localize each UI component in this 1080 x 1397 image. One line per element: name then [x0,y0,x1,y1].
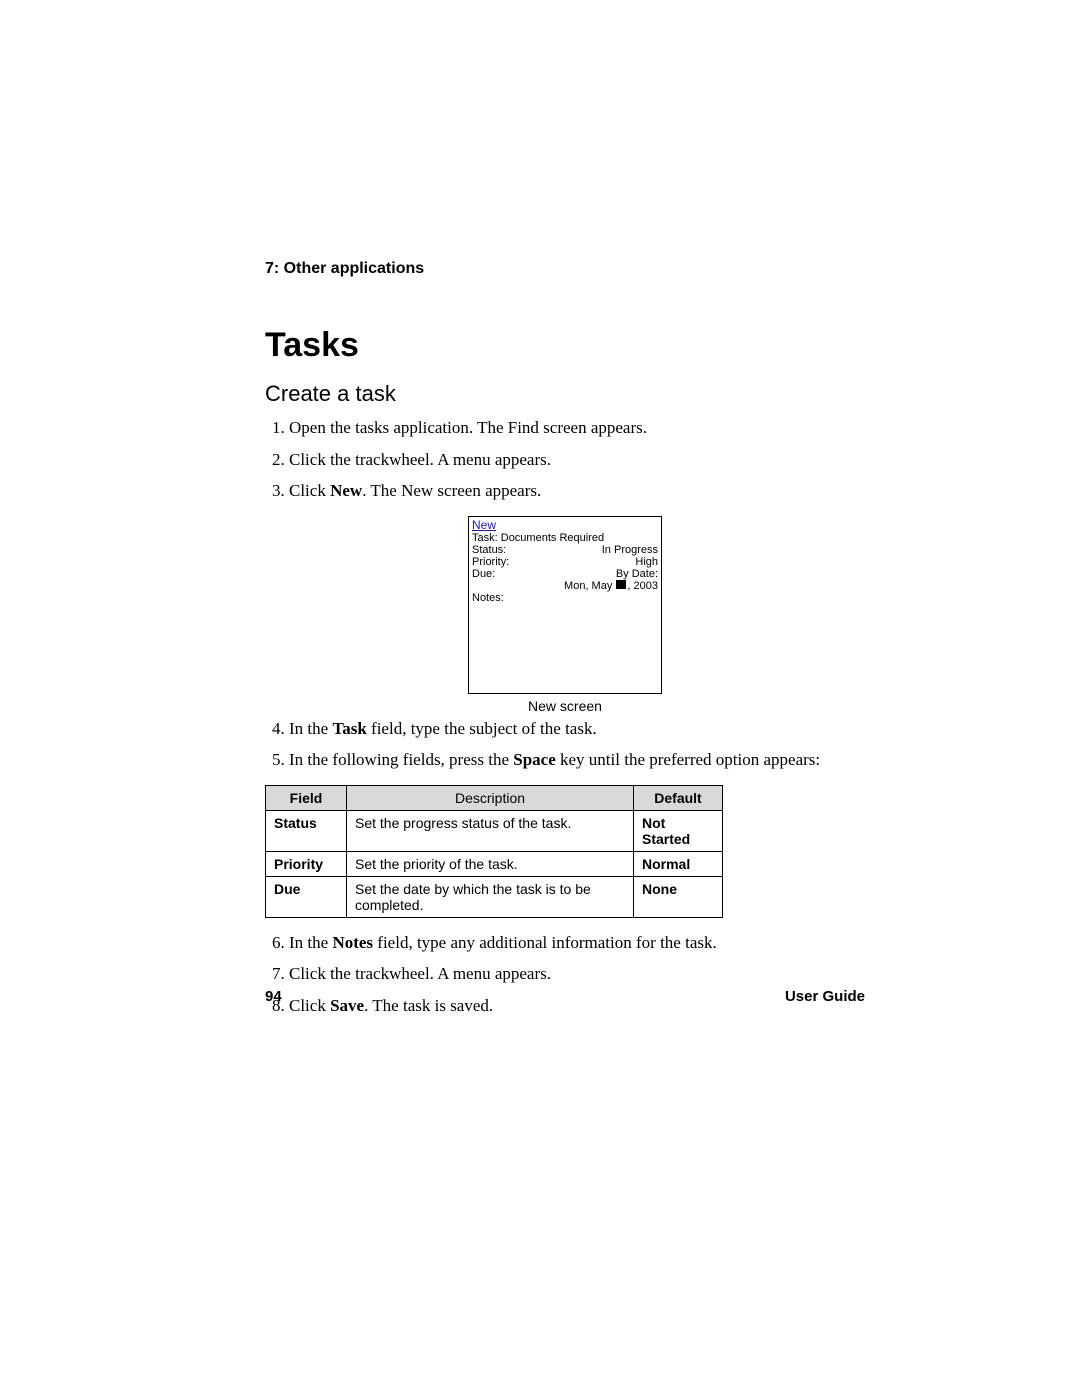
table-header-row: Field Description Default [266,785,723,810]
step-text: In the [289,719,332,738]
table-row: Due Set the date by which the task is to… [266,876,723,917]
screenshot-notes-row: Notes: [472,592,658,604]
table-cell-default: None [634,876,723,917]
step-text: key until the preferred option appears: [556,750,820,769]
screenshot-row: Due: By Date: [472,568,658,580]
screenshot-value: By Date: [616,568,658,580]
screenshot-row: Priority: High [472,556,658,568]
document-page: 7: Other applications Tasks Create a tas… [0,0,1080,1397]
page-footer: 94 User Guide [265,988,865,1005]
step-text: Click the trackwheel. A menu appears. [289,964,551,983]
steps-list-1: Open the tasks application. The Find scr… [265,415,865,504]
step-text: Click [289,481,330,500]
table-cell-desc: Set the priority of the task. [347,851,634,876]
chapter-header: 7: Other applications [265,260,865,278]
screenshot-label: Status: [472,544,506,556]
screenshot-label: Due: [472,568,495,580]
step-text: Open the tasks application. The Find scr… [289,418,647,437]
date-suffix: , 2003 [627,580,658,592]
step-bold: Notes [332,933,373,952]
step-item: In the following fields, press the Space… [289,747,865,773]
screenshot-value: High [635,556,658,568]
screenshot-task-row: Task: Documents Required [472,532,658,544]
step-item: Click New. The New screen appears. [289,478,865,504]
table-cell-desc: Set the progress status of the task. [347,810,634,851]
screenshot-label: Task: [472,532,498,544]
step-text: Click the trackwheel. A menu appears. [289,450,551,469]
step-item: Open the tasks application. The Find scr… [289,415,865,441]
step-text: . The New screen appears. [362,481,541,500]
screenshot-date: Mon, May , 2003 [564,580,658,592]
table-row: Status Set the progress status of the ta… [266,810,723,851]
table-header: Default [634,785,723,810]
screenshot-value: In Progress [602,544,658,556]
screenshot-date-row: Mon, May , 2003 [472,580,658,592]
step-text: In the [289,933,332,952]
step-bold: Space [513,750,556,769]
section-title: Tasks [265,326,865,365]
doc-title-footer: User Guide [785,988,865,1005]
table-header: Field [266,785,347,810]
screenshot-title: New [472,519,658,532]
step-item: Click the trackwheel. A menu appears. [289,447,865,473]
subsection-title: Create a task [265,381,865,407]
table-cell-desc: Set the date by which the task is to be … [347,876,634,917]
date-prefix: Mon, May [564,580,615,592]
step-text: In the following fields, press the [289,750,513,769]
step-bold: Task [332,719,366,738]
table-cell-field: Priority [266,851,347,876]
screenshot-figure: New Task: Documents Required Status: In P… [265,516,865,714]
table-cell-field: Status [266,810,347,851]
step-text: field, type the subject of the task. [367,719,597,738]
device-screenshot: New Task: Documents Required Status: In P… [468,516,662,694]
step-item: In the Notes field, type any additional … [289,930,865,956]
table-header: Description [347,785,634,810]
calendar-icon [616,580,626,589]
page-number: 94 [265,988,282,1005]
screenshot-label: Priority: [472,556,509,568]
steps-list-2: In the Task field, type the subject of t… [265,716,865,773]
step-item: Click the trackwheel. A menu appears. [289,961,865,987]
table-cell-default: Normal [634,851,723,876]
table-cell-default: Not Started [634,810,723,851]
screenshot-row: Status: In Progress [472,544,658,556]
step-item: In the Task field, type the subject of t… [289,716,865,742]
screenshot-caption: New screen [265,698,865,714]
step-bold: New [330,481,362,500]
table-row: Priority Set the priority of the task. N… [266,851,723,876]
step-text: field, type any additional information f… [373,933,717,952]
screenshot-value: Documents Required [501,532,604,544]
table-cell-field: Due [266,876,347,917]
fields-table: Field Description Default Status Set the… [265,785,723,918]
